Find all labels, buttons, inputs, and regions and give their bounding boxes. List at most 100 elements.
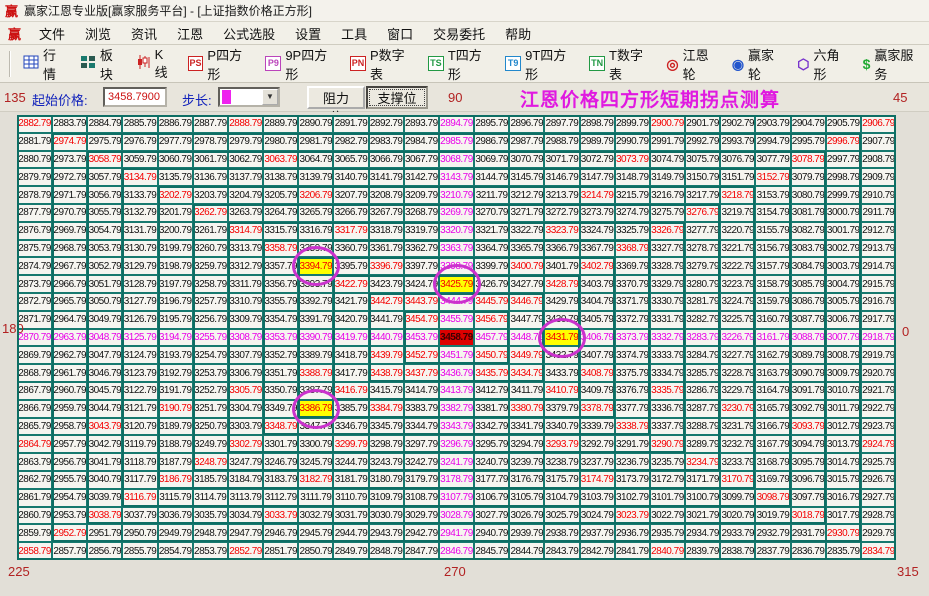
grid-cell[interactable]: 3359.79 — [298, 240, 333, 258]
grid-cell[interactable]: 3349.79 — [263, 400, 298, 418]
grid-cell[interactable]: 3162.79 — [755, 346, 790, 364]
grid-cell[interactable]: 3129.79 — [122, 257, 157, 275]
grid-cell[interactable]: 2869.79 — [17, 346, 52, 364]
grid-cell[interactable]: 3351.79 — [263, 364, 298, 382]
grid-cell[interactable]: 3244.79 — [333, 453, 368, 471]
grid-cell[interactable]: 3209.79 — [404, 186, 439, 204]
grid-cell[interactable]: 2995.79 — [791, 133, 826, 151]
grid-cell[interactable]: 3077.79 — [755, 151, 790, 169]
grid-cell[interactable]: 2856.79 — [87, 542, 122, 560]
grid-cell[interactable]: 3370.79 — [615, 275, 650, 293]
grid-cell[interactable]: 3005.79 — [826, 293, 861, 311]
grid-cell[interactable]: 3343.79 — [439, 418, 474, 436]
grid-cell[interactable]: 3367.79 — [580, 240, 615, 258]
grid-cell[interactable]: 3229.79 — [720, 382, 755, 400]
grid-cell[interactable]: 2964.79 — [52, 311, 87, 329]
grid-cell[interactable]: 3260.79 — [193, 240, 228, 258]
start-price-input[interactable] — [103, 87, 167, 107]
grid-cell[interactable]: 3414.79 — [404, 382, 439, 400]
grid-cell[interactable]: 3456.79 — [474, 311, 509, 329]
grid-cell[interactable]: 2909.79 — [861, 168, 896, 186]
grid-cell[interactable]: 2860.79 — [17, 507, 52, 525]
grid-cell[interactable]: 3190.79 — [158, 400, 193, 418]
grid-cell[interactable]: 2837.79 — [755, 542, 790, 560]
toolbar-button-P数字表[interactable]: PNP数字表 — [343, 45, 421, 83]
grid-cell[interactable]: 3383.79 — [404, 400, 439, 418]
grid-cell[interactable]: 3423.79 — [369, 275, 404, 293]
grid-cell[interactable]: 3355.79 — [263, 293, 298, 311]
grid-cell[interactable]: 3223.79 — [720, 275, 755, 293]
grid-cell[interactable]: 3228.79 — [720, 364, 755, 382]
grid-cell[interactable]: 2933.79 — [720, 524, 755, 542]
grid-cell[interactable]: 3269.79 — [439, 204, 474, 222]
grid-cell[interactable]: 2910.79 — [861, 186, 896, 204]
grid-cell[interactable]: 3418.79 — [333, 346, 368, 364]
grid-cell[interactable]: 3248.79 — [193, 453, 228, 471]
grid-cell[interactable]: 2873.79 — [17, 275, 52, 293]
grid-cell[interactable]: 3022.79 — [650, 507, 685, 525]
grid-cell[interactable]: 3063.79 — [263, 151, 298, 169]
grid-cell[interactable]: 3333.79 — [650, 346, 685, 364]
grid-cell[interactable]: 3065.79 — [333, 151, 368, 169]
grid-cell[interactable]: 2899.79 — [615, 115, 650, 133]
grid-cell[interactable]: 3295.79 — [474, 435, 509, 453]
grid-cell[interactable]: 3374.79 — [615, 346, 650, 364]
grid-cell[interactable]: 3032.79 — [298, 507, 333, 525]
grid-cell[interactable]: 3122.79 — [122, 382, 157, 400]
grid-cell[interactable]: 2984.79 — [404, 133, 439, 151]
toolbar-button-P四方形[interactable]: PSP四方形 — [181, 45, 259, 83]
grid-cell[interactable]: 3186.79 — [158, 471, 193, 489]
grid-cell[interactable]: 3039.79 — [87, 489, 122, 507]
grid-cell[interactable]: 2876.79 — [17, 222, 52, 240]
grid-cell[interactable]: 3219.79 — [720, 204, 755, 222]
grid-cell[interactable]: 3012.79 — [826, 418, 861, 436]
grid-cell[interactable]: 3009.79 — [826, 364, 861, 382]
grid-cell[interactable]: 3369.79 — [615, 257, 650, 275]
grid-cell[interactable]: 3144.79 — [474, 168, 509, 186]
grid-cell[interactable]: 3067.79 — [404, 151, 439, 169]
grid-cell[interactable]: 3212.79 — [509, 186, 544, 204]
grid-cell[interactable]: 2896.79 — [509, 115, 544, 133]
grid-cell[interactable]: 2939.79 — [509, 524, 544, 542]
grid-cell[interactable]: 3365.79 — [509, 240, 544, 258]
grid-cell[interactable]: 3237.79 — [580, 453, 615, 471]
toolbar-button-赢家轮[interactable]: ◉赢家轮 — [725, 45, 790, 83]
grid-cell[interactable]: 3207.79 — [333, 186, 368, 204]
grid-cell[interactable]: 3254.79 — [193, 346, 228, 364]
grid-cell[interactable]: 2838.79 — [720, 542, 755, 560]
grid-cell[interactable]: 2885.79 — [122, 115, 157, 133]
grid-cell[interactable]: 2851.79 — [263, 542, 298, 560]
toolbar-button-T数字表[interactable]: TNT数字表 — [582, 45, 659, 83]
grid-cell[interactable]: 2977.79 — [158, 133, 193, 151]
grid-cell[interactable]: 3324.79 — [580, 222, 615, 240]
grid-cell[interactable]: 3051.79 — [87, 275, 122, 293]
menu-item[interactable]: 浏览 — [75, 24, 121, 43]
grid-cell[interactable]: 3215.79 — [615, 186, 650, 204]
grid-cell[interactable]: 3130.79 — [122, 240, 157, 258]
grid-cell[interactable]: 2955.79 — [52, 471, 87, 489]
grid-cell[interactable]: 3094.79 — [791, 435, 826, 453]
grid-cell[interactable]: 3042.79 — [87, 435, 122, 453]
grid-cell[interactable]: 2880.79 — [17, 151, 52, 169]
grid-cell[interactable]: 3062.79 — [228, 151, 263, 169]
grid-cell[interactable]: 2932.79 — [755, 524, 790, 542]
grid-cell[interactable]: 3308.79 — [228, 329, 263, 347]
grid-cell[interactable]: 3160.79 — [755, 311, 790, 329]
grid-cell[interactable]: 3206.79 — [298, 186, 333, 204]
grid-cell[interactable]: 3059.79 — [122, 151, 157, 169]
grid-cell[interactable]: 3016.79 — [826, 489, 861, 507]
grid-cell[interactable]: 2854.79 — [158, 542, 193, 560]
grid-cell[interactable]: 3193.79 — [158, 346, 193, 364]
grid-cell[interactable]: 2842.79 — [580, 542, 615, 560]
grid-cell[interactable]: 3449.79 — [509, 346, 544, 364]
grid-cell[interactable]: 3052.79 — [87, 257, 122, 275]
grid-cell[interactable]: 3006.79 — [826, 311, 861, 329]
grid-cell[interactable]: 2952.79 — [52, 524, 87, 542]
grid-cell[interactable]: 2994.79 — [755, 133, 790, 151]
grid-cell[interactable]: 2914.79 — [861, 257, 896, 275]
grid-cell[interactable]: 3040.79 — [87, 471, 122, 489]
grid-cell[interactable]: 2888.79 — [228, 115, 263, 133]
grid-cell[interactable]: 3204.79 — [228, 186, 263, 204]
grid-cell[interactable]: 3214.79 — [580, 186, 615, 204]
grid-cell[interactable]: 2849.79 — [333, 542, 368, 560]
